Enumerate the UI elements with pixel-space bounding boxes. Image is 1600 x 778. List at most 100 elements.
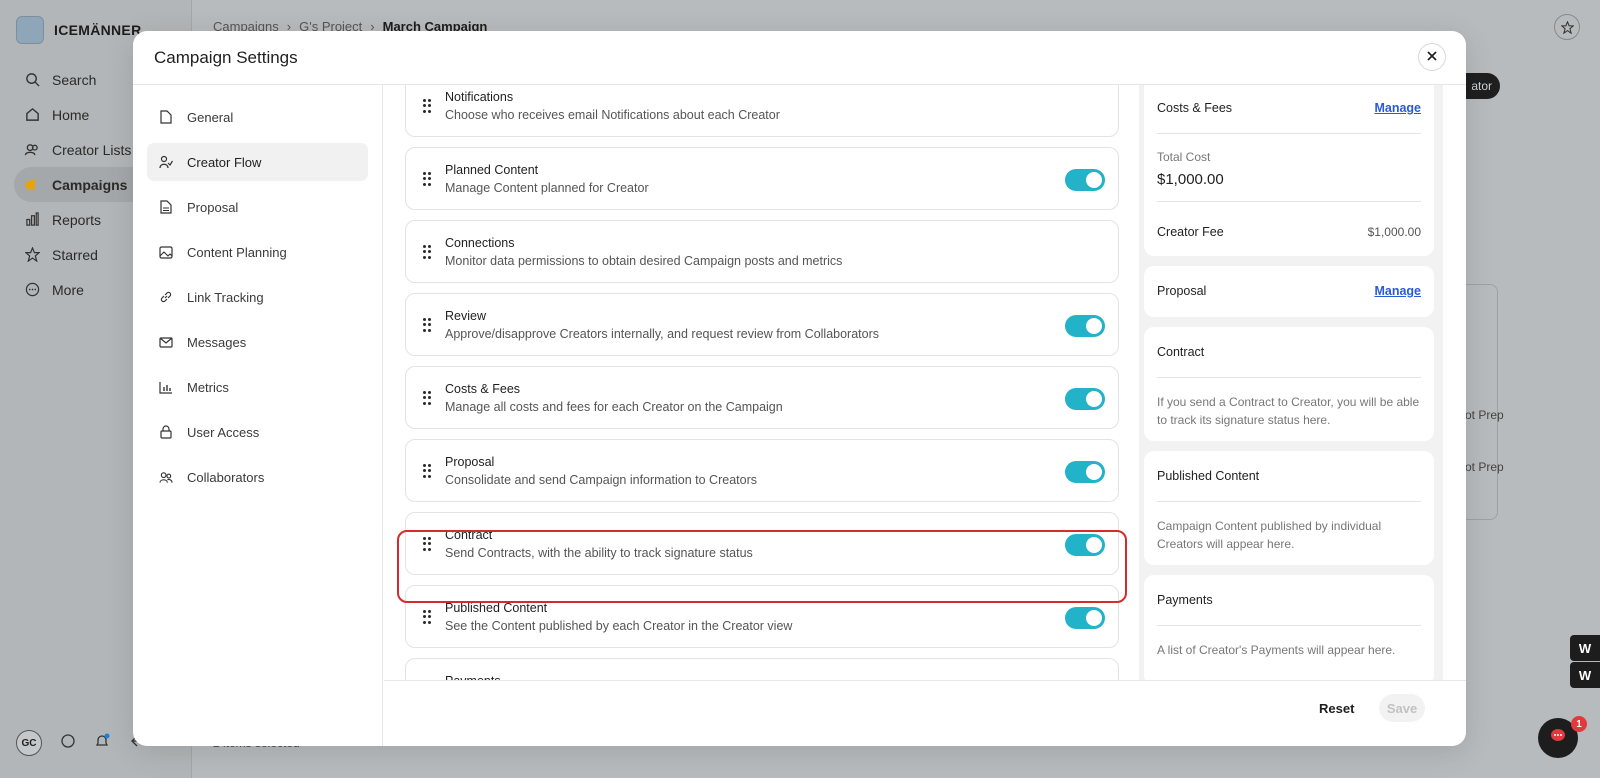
settings-nav-content-planning[interactable]: Content Planning bbox=[147, 233, 368, 271]
users-icon bbox=[24, 142, 40, 158]
nav-label: Campaigns bbox=[52, 176, 128, 193]
creator-preview-panel: Costs & Fees Manage Total Cost $1,000.00… bbox=[1139, 85, 1443, 680]
settings-nav-messages[interactable]: Messages bbox=[147, 323, 368, 361]
reset-button[interactable]: Reset bbox=[1319, 701, 1354, 716]
toggle-switch[interactable] bbox=[1065, 315, 1105, 337]
drag-handle-icon[interactable] bbox=[423, 172, 431, 186]
card-title: Published Content bbox=[1157, 469, 1260, 483]
total-cost-label: Total Cost bbox=[1157, 150, 1211, 164]
close-icon bbox=[1427, 48, 1437, 66]
file-icon bbox=[159, 110, 173, 124]
w-widget-button[interactable]: W bbox=[1570, 635, 1600, 661]
w-widget-button[interactable]: W bbox=[1570, 662, 1600, 688]
user-check-icon bbox=[159, 155, 173, 169]
published-content-card: Published Content Campaign Content publi… bbox=[1144, 451, 1434, 565]
mail-icon bbox=[159, 335, 173, 349]
sidebar-footer: GC bbox=[16, 730, 144, 756]
toggle-switch[interactable] bbox=[1065, 607, 1105, 629]
nav-label: Starred bbox=[52, 246, 98, 263]
collaborators-icon bbox=[159, 470, 173, 484]
settings-nav-general[interactable]: General bbox=[147, 98, 368, 136]
drag-handle-icon[interactable] bbox=[423, 391, 431, 405]
payments-card: Payments A list of Creator's Payments wi… bbox=[1144, 575, 1434, 680]
card-title: Contract bbox=[1157, 345, 1205, 359]
flow-item-description: Approve/disapprove Creators internally, … bbox=[445, 327, 880, 341]
proposal-card: Proposal Manage bbox=[1144, 266, 1434, 317]
divider bbox=[1157, 133, 1421, 134]
flow-list: Notifications Choose who receives email N… bbox=[405, 85, 1119, 680]
close-button[interactable] bbox=[1418, 43, 1446, 71]
toggle-switch[interactable] bbox=[1065, 388, 1105, 410]
search-icon bbox=[24, 72, 40, 88]
costs-manage-link[interactable]: Manage bbox=[1374, 101, 1421, 115]
flow-item-description: Manage Content planned for Creator bbox=[445, 181, 649, 195]
drag-handle-icon[interactable] bbox=[423, 99, 431, 113]
total-cost-value: $1,000.00 bbox=[1157, 171, 1224, 188]
settings-nav-collaborators[interactable]: Collaborators bbox=[147, 458, 368, 496]
avatar[interactable]: GC bbox=[16, 730, 42, 756]
home-icon bbox=[24, 107, 40, 123]
flow-item-review: Review Approve/disapprove Creators intern… bbox=[405, 293, 1119, 356]
flow-item-published-content: Published Content See the Content publish… bbox=[405, 585, 1119, 648]
toggle-switch[interactable] bbox=[1065, 461, 1105, 483]
flow-item-description: Manage all costs and fees for each Creat… bbox=[445, 400, 783, 414]
flow-item-description: Monitor data permissions to obtain desir… bbox=[445, 254, 843, 268]
settings-nav-creator-flow[interactable]: Creator Flow bbox=[147, 143, 368, 181]
costs-fees-card: Costs & Fees Manage Total Cost $1,000.00… bbox=[1144, 85, 1434, 256]
divider bbox=[1157, 501, 1421, 502]
bell-icon[interactable] bbox=[94, 733, 110, 754]
save-button[interactable]: Save bbox=[1379, 694, 1425, 722]
card-text: A list of Creator's Payments will appear… bbox=[1157, 643, 1396, 657]
settings-nav-label: Proposal bbox=[187, 199, 239, 215]
brand-logo-icon bbox=[16, 16, 44, 44]
flow-item-title: Notifications bbox=[445, 90, 514, 104]
settings-nav-label: Content Planning bbox=[187, 244, 287, 260]
flow-item-title: Review bbox=[445, 309, 486, 323]
nav-label: More bbox=[52, 281, 84, 298]
divider bbox=[1157, 625, 1421, 626]
settings-nav-proposal[interactable]: Proposal bbox=[147, 188, 368, 226]
drag-handle-icon[interactable] bbox=[423, 464, 431, 478]
flow-item-description: Consolidate and send Campaign informatio… bbox=[445, 473, 757, 487]
toggle-switch[interactable] bbox=[1065, 534, 1105, 556]
flow-item-planned-content: Planned Content Manage Content planned fo… bbox=[405, 147, 1119, 210]
lock-icon bbox=[159, 425, 173, 439]
chat-unread-badge: 1 bbox=[1571, 716, 1587, 732]
settings-nav-metrics[interactable]: Metrics bbox=[147, 368, 368, 406]
nav-label: Creator Lists bbox=[52, 141, 132, 158]
metrics-icon bbox=[159, 380, 173, 394]
flow-item-title: Planned Content bbox=[445, 163, 539, 177]
drag-handle-icon[interactable] bbox=[423, 610, 431, 624]
megaphone-icon bbox=[24, 177, 40, 193]
card-title: Costs & Fees bbox=[1157, 101, 1233, 115]
background-card-text: ot Prep bbox=[1465, 460, 1504, 474]
toggle-switch[interactable] bbox=[1065, 169, 1105, 191]
flow-item-description: Send Contracts, with the ability to trac… bbox=[445, 546, 753, 560]
drag-handle-icon[interactable] bbox=[423, 318, 431, 332]
flow-item-connections: Connections Monitor data permissions to o… bbox=[405, 220, 1119, 283]
favorite-star-icon[interactable] bbox=[1554, 14, 1580, 40]
drag-handle-icon[interactable] bbox=[423, 537, 431, 551]
card-title: Payments bbox=[1157, 593, 1213, 607]
settings-nav-label: Collaborators bbox=[187, 469, 265, 485]
settings-nav-label: Messages bbox=[187, 334, 247, 350]
settings-nav-label: General bbox=[187, 109, 234, 125]
flow-item-description: Choose who receives email Notifications … bbox=[445, 108, 780, 122]
divider bbox=[1157, 377, 1421, 378]
modal-footer: Reset Save bbox=[384, 680, 1466, 746]
settings-nav-link-tracking[interactable]: Link Tracking bbox=[147, 278, 368, 316]
more-icon bbox=[24, 282, 40, 298]
card-text: Campaign Content published by individual… bbox=[1157, 519, 1382, 551]
chat-icon[interactable] bbox=[60, 733, 76, 754]
settings-nav-user-access[interactable]: User Access bbox=[147, 413, 368, 451]
link-icon bbox=[159, 290, 173, 304]
star-icon bbox=[24, 247, 40, 263]
nav-label: Search bbox=[52, 71, 97, 88]
flow-item-title: Connections bbox=[445, 236, 515, 250]
settings-nav-label: User Access bbox=[187, 424, 260, 440]
proposal-manage-link[interactable]: Manage bbox=[1374, 284, 1421, 298]
settings-nav-label: Link Tracking bbox=[187, 289, 264, 305]
settings-nav-label: Creator Flow bbox=[187, 154, 262, 170]
divider bbox=[1157, 201, 1421, 202]
drag-handle-icon[interactable] bbox=[423, 245, 431, 259]
